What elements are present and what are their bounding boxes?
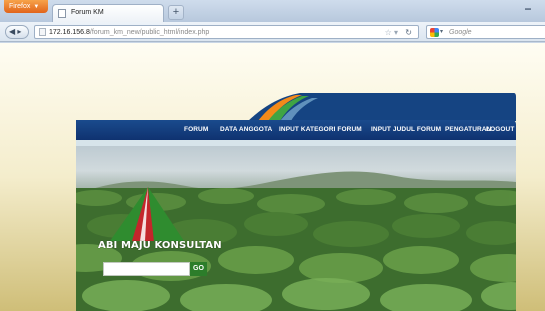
brand-name: ABI MAJU KONSULTAN [98, 240, 222, 251]
site-menubar: FORUM DATA ANGGOTA INPUT KATEGORI FORUM … [76, 120, 516, 140]
go-button[interactable]: GO [190, 262, 207, 276]
menu-input-kategori-forum[interactable]: INPUT KATEGORI FORUM [279, 120, 362, 140]
header-swoosh [248, 93, 516, 121]
menu-data-anggota[interactable]: DATA ANGGOTA [220, 120, 272, 140]
menu-logout[interactable]: LOGOUT [486, 120, 514, 140]
site-search-input[interactable] [103, 262, 190, 276]
menu-pengaturan[interactable]: PENGATURAN [445, 120, 491, 140]
banner-top-strip [76, 140, 516, 146]
menu-input-judul-forum[interactable]: INPUT JUDUL FORUM [371, 120, 441, 140]
company-logo [110, 187, 184, 241]
menu-forum[interactable]: FORUM [184, 120, 208, 140]
